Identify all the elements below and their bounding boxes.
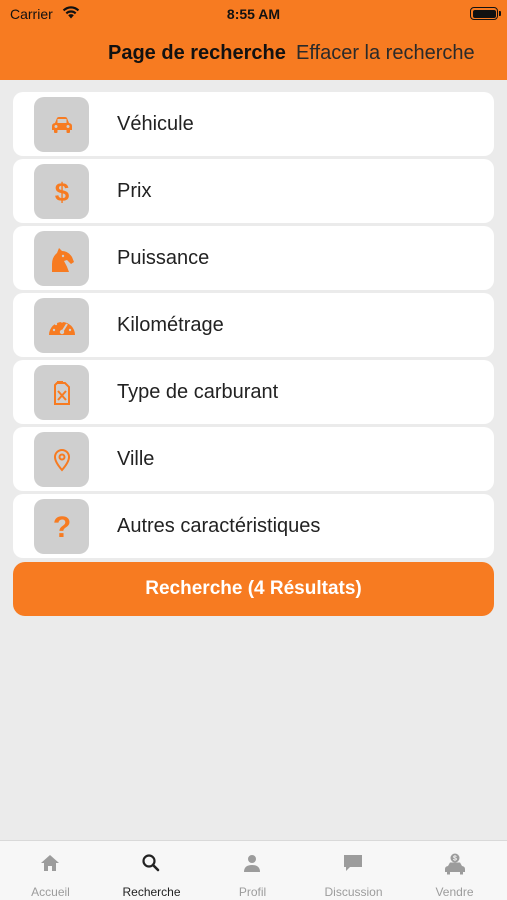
header-bar: Carrier 8:55 AM Page de recherche Efface… <box>0 0 507 80</box>
car-sell-icon: $ <box>445 853 465 875</box>
question-icon: ? <box>34 499 89 554</box>
filter-list: Véhicule $ Prix Puissance Kilométrage Ty… <box>13 92 494 561</box>
filter-label: Kilométrage <box>117 314 224 336</box>
tab-label: Recherche <box>122 885 181 899</box>
search-button[interactable]: Recherche (4 Résultats) <box>13 562 494 616</box>
filter-fuel-type[interactable]: Type de carburant <box>13 360 494 424</box>
clock: 8:55 AM <box>226 6 281 22</box>
page-title: Page de recherche <box>108 42 286 64</box>
tab-vendre[interactable]: $ Vendre <box>404 841 505 900</box>
tab-profil[interactable]: Profil <box>202 841 303 900</box>
tab-recherche[interactable]: Recherche <box>101 841 202 900</box>
filter-price[interactable]: $ Prix <box>13 159 494 223</box>
person-icon <box>244 855 260 872</box>
filter-vehicle[interactable]: Véhicule <box>13 92 494 156</box>
horse-icon <box>34 231 89 286</box>
filter-label: Prix <box>117 180 152 202</box>
filter-label: Ville <box>117 448 155 470</box>
dollar-icon: $ <box>34 164 89 219</box>
svg-text:?: ? <box>52 512 70 542</box>
tab-label: Accueil <box>31 885 70 899</box>
tab-bar: Accueil Recherche Profil Discussion $ Ve… <box>0 840 507 900</box>
tab-accueil[interactable]: Accueil <box>0 841 101 900</box>
status-bar: Carrier 8:55 AM <box>0 0 507 28</box>
filter-city[interactable]: Ville <box>13 427 494 491</box>
battery-icon <box>470 7 501 20</box>
filter-label: Véhicule <box>117 113 194 135</box>
speedometer-icon <box>34 298 89 353</box>
svg-text:$: $ <box>453 856 457 863</box>
clear-search-button[interactable]: Effacer la recherche <box>296 42 475 65</box>
search-icon <box>142 854 160 872</box>
svg-text:$: $ <box>54 178 69 206</box>
filter-label: Autres caractéristiques <box>117 515 321 537</box>
fuel-can-icon <box>34 365 89 420</box>
filter-other[interactable]: ? Autres caractéristiques <box>13 494 494 558</box>
filter-mileage[interactable]: Kilométrage <box>13 293 494 357</box>
tab-label: Profil <box>238 885 267 899</box>
filter-power[interactable]: Puissance <box>13 226 494 290</box>
filter-label: Type de carburant <box>117 381 279 403</box>
map-pin-icon <box>34 432 89 487</box>
tab-label: Discussion <box>324 885 383 899</box>
home-icon <box>41 855 59 871</box>
car-icon <box>34 97 89 152</box>
chat-icon <box>344 855 362 871</box>
filter-label: Puissance <box>117 247 210 269</box>
tab-discussion[interactable]: Discussion <box>303 841 404 900</box>
tab-label: Vendre <box>435 885 474 899</box>
